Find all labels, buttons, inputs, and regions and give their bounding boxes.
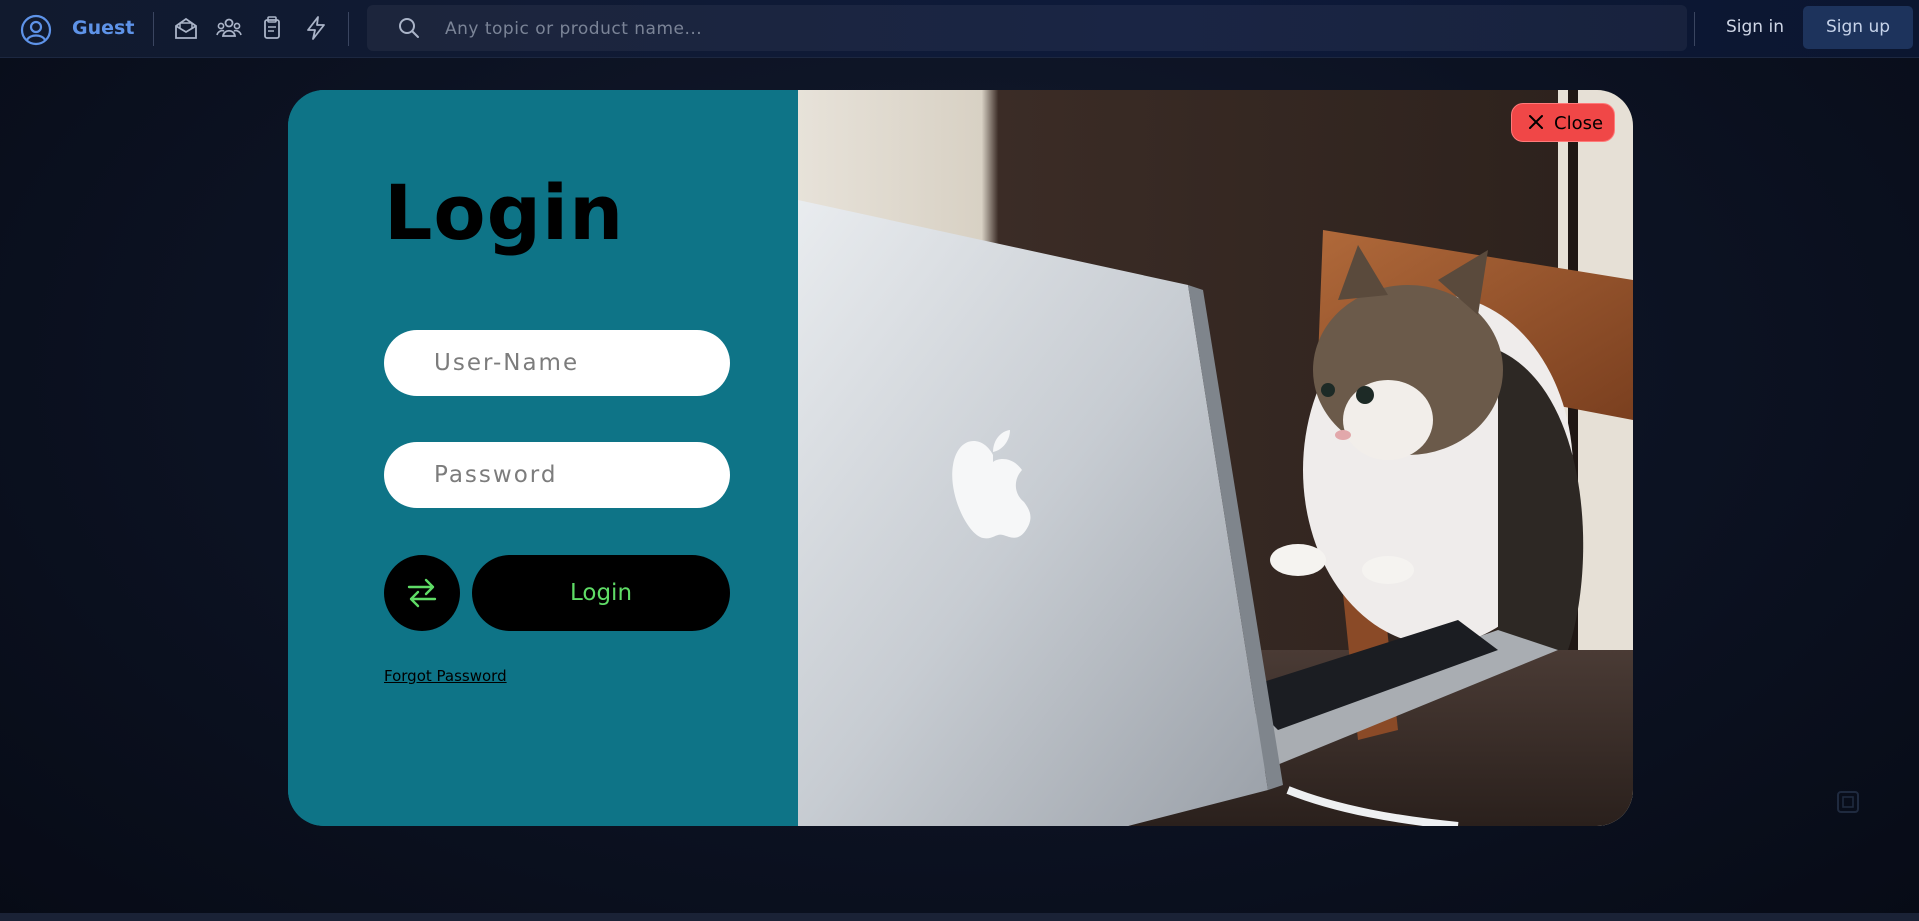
swap-arrows-icon <box>407 578 437 608</box>
divider <box>348 12 349 46</box>
login-title: Login <box>384 168 625 257</box>
top-navbar: Guest Sign in Sign up <box>0 0 1919 58</box>
divider <box>153 12 154 46</box>
search-input[interactable] <box>443 11 1647 47</box>
lightning-icon[interactable] <box>302 14 330 42</box>
mail-open-icon[interactable] <box>172 14 200 42</box>
search-bar[interactable] <box>367 5 1687 51</box>
search-icon <box>399 18 419 38</box>
bottom-border <box>0 913 1919 921</box>
sign-in-link[interactable]: Sign in <box>1726 17 1784 37</box>
divider <box>1694 12 1695 46</box>
close-icon <box>1529 115 1543 129</box>
close-button[interactable]: Close <box>1511 103 1615 142</box>
login-modal: Login Login Forgot Password <box>288 90 1633 826</box>
login-button[interactable]: Login <box>472 555 730 631</box>
password-field[interactable] <box>384 442 730 508</box>
username-field[interactable] <box>384 330 730 396</box>
community-icon[interactable] <box>215 14 243 42</box>
guest-label[interactable]: Guest <box>72 17 134 39</box>
sign-up-button[interactable]: Sign up <box>1803 6 1913 49</box>
login-panel: Login Login Forgot Password <box>288 90 798 826</box>
user-icon[interactable] <box>20 14 52 46</box>
forgot-password-link[interactable]: Forgot Password <box>384 667 507 685</box>
clipboard-icon[interactable] <box>258 14 286 42</box>
close-label: Close <box>1554 113 1604 134</box>
swap-mode-button[interactable] <box>384 555 460 631</box>
cat-using-laptop-photo <box>798 90 1633 826</box>
chip-icon <box>1837 791 1859 813</box>
